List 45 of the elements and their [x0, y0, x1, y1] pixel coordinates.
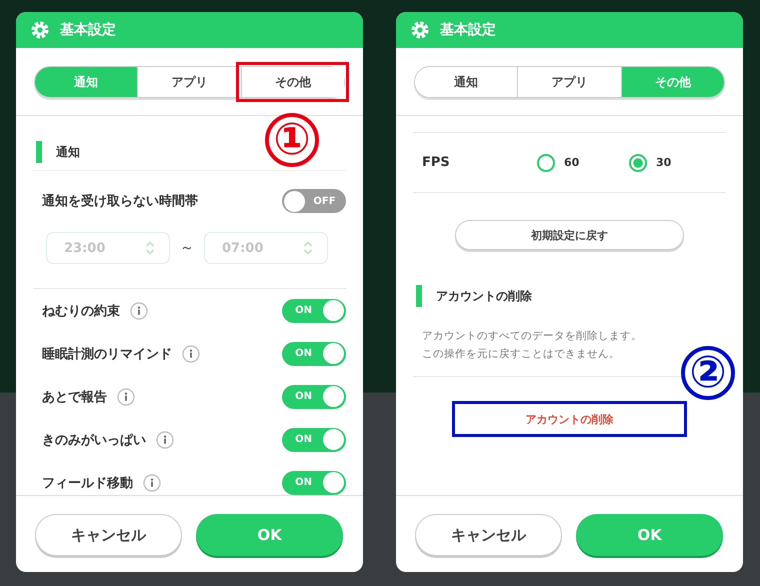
- setting-label: フィールド移動: [42, 474, 133, 492]
- dialog-title: 基本設定: [60, 21, 116, 39]
- section-title: 通知: [56, 144, 80, 160]
- reset-button[interactable]: 初期設定に戻す: [455, 220, 684, 250]
- time-field[interactable]: 07:00: [204, 232, 328, 264]
- toggle-switch[interactable]: ON: [282, 470, 346, 494]
- toggle-switch[interactable]: ON: [282, 298, 346, 322]
- info-icon[interactable]: [117, 388, 135, 406]
- delete-account-button[interactable]: アカウントの削除: [455, 404, 684, 434]
- ok-button[interactable]: OK: [196, 514, 343, 556]
- setting-label: ねむりの約束: [42, 302, 120, 320]
- settings-icon: [410, 20, 430, 40]
- section-title: アカウントの削除: [436, 288, 532, 304]
- radio-icon[interactable]: [629, 154, 647, 172]
- setting-label: 通知を受け取らない時間帯: [42, 192, 198, 210]
- range-separator: ～: [180, 239, 194, 257]
- cancel-button[interactable]: キャンセル: [415, 514, 562, 556]
- description-text: この操作を元に戻すことはできません。: [422, 347, 621, 362]
- section-marker: [36, 141, 42, 163]
- setting-label: きのみがいっぱい: [42, 432, 146, 448]
- section-marker: [416, 285, 422, 307]
- description-text: アカウントのすべてのデータを削除します。: [422, 329, 643, 344]
- info-icon[interactable]: [182, 344, 200, 362]
- toggle-switch[interactable]: ON: [282, 342, 346, 366]
- tab[interactable]: その他: [620, 67, 724, 97]
- radio-option[interactable]: 30: [629, 154, 721, 172]
- settings-icon: [30, 20, 50, 40]
- up-down-chevron-icon: [145, 240, 155, 256]
- radio-option[interactable]: 60: [537, 154, 629, 172]
- toggle-switch[interactable]: ON: [282, 384, 346, 408]
- cancel-button[interactable]: キャンセル: [35, 514, 182, 556]
- info-icon[interactable]: [130, 302, 148, 320]
- toggle-switch[interactable]: OFF: [282, 189, 346, 213]
- ok-button[interactable]: OK: [576, 514, 723, 556]
- dialog-title: 基本設定: [440, 21, 496, 39]
- setting-label: 睡眠計測のリマインド: [42, 346, 172, 362]
- radio-icon[interactable]: [537, 154, 555, 172]
- info-icon[interactable]: [156, 430, 174, 448]
- info-icon[interactable]: [143, 474, 161, 492]
- time-field[interactable]: 23:00: [46, 232, 170, 264]
- up-down-chevron-icon: [303, 240, 313, 256]
- setting-label: FPS: [422, 155, 451, 170]
- setting-label: あとで報告: [42, 388, 107, 406]
- toggle-switch[interactable]: ON: [282, 428, 346, 452]
- tab[interactable]: 通知: [35, 67, 138, 97]
